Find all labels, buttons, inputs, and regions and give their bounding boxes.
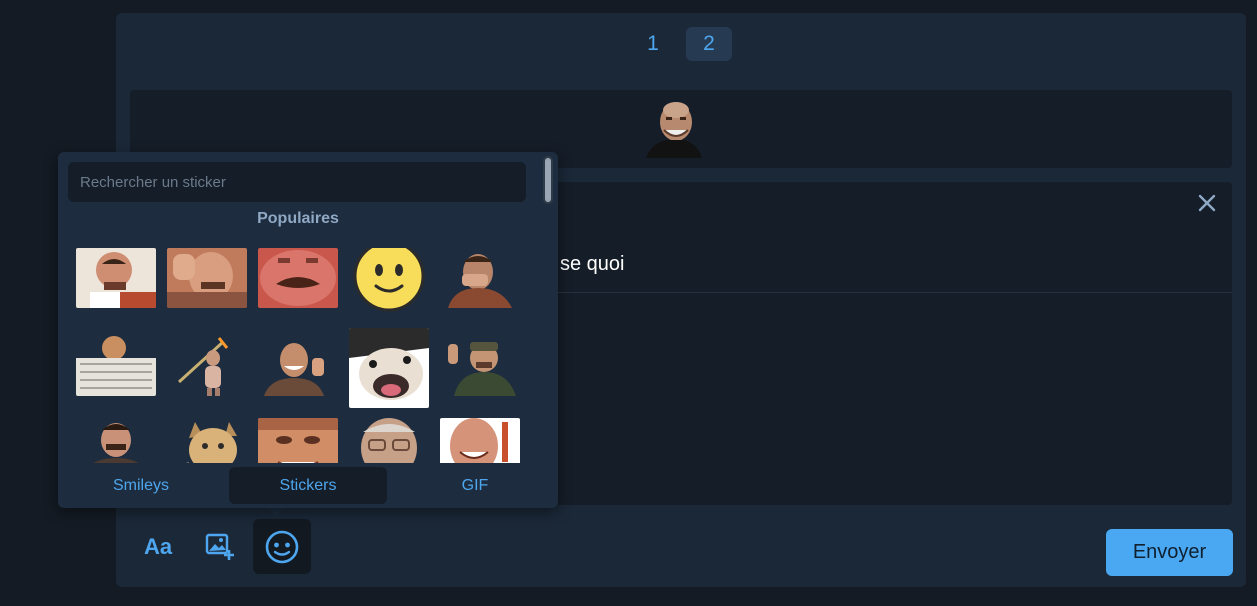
sticker-face-closeup[interactable]	[258, 418, 338, 463]
sticker-man-laughing[interactable]	[440, 418, 520, 463]
smiley-sticker-icon	[265, 530, 299, 563]
text-format-button[interactable]: Aa	[129, 519, 187, 574]
section-title: Populaires	[257, 210, 339, 227]
sticker-button[interactable]	[253, 519, 311, 574]
sticker-man-laughing-hand-forehead[interactable]	[167, 248, 247, 308]
page-1-button[interactable]: 1	[630, 27, 676, 61]
sticker-mustache-closeup[interactable]	[258, 248, 338, 308]
sticker-grid	[76, 248, 526, 463]
sticker-man-drinking-tea[interactable]	[76, 248, 156, 308]
sticker-smiling-dog[interactable]	[349, 328, 429, 408]
pagination: 1 2	[116, 27, 1246, 61]
close-icon[interactable]	[1196, 192, 1218, 214]
scrollbar-thumb[interactable]	[545, 158, 551, 202]
tab-stickers[interactable]: Stickers	[229, 467, 387, 504]
quoted-text: se quoi	[560, 253, 625, 275]
sticker-yellow-smiley-face[interactable]	[349, 248, 429, 312]
tab-gif[interactable]: GIF	[410, 467, 540, 504]
composer-toolbar: Aa Envoyer	[116, 519, 1246, 579]
add-image-icon	[205, 533, 234, 560]
sticker-man-waving-cap[interactable]	[440, 336, 520, 396]
sticker-man-thumbs-up[interactable]	[258, 336, 338, 396]
sticker-man-laughing-covering-face[interactable]	[440, 248, 520, 308]
sticker-man-mustache[interactable]	[76, 418, 156, 463]
tab-smileys[interactable]: Smileys	[76, 467, 206, 504]
page-2-button[interactable]: 2	[686, 27, 732, 61]
picker-tabs: Smileys Stickers GIF	[58, 464, 558, 504]
add-image-button[interactable]	[192, 519, 250, 574]
sticker-figure-with-spear[interactable]	[167, 336, 247, 396]
sticker-man-reading-newspaper[interactable]	[76, 336, 156, 396]
sticker-search-input[interactable]	[68, 162, 526, 202]
sticker-old-man-glasses[interactable]	[349, 418, 429, 463]
bald-man-sticker[interactable]	[642, 100, 704, 158]
send-button[interactable]: Envoyer	[1106, 529, 1233, 576]
sticker-cat[interactable]	[167, 418, 247, 463]
popup-pointer	[268, 508, 284, 516]
sticker-picker: Populaires	[58, 152, 558, 508]
